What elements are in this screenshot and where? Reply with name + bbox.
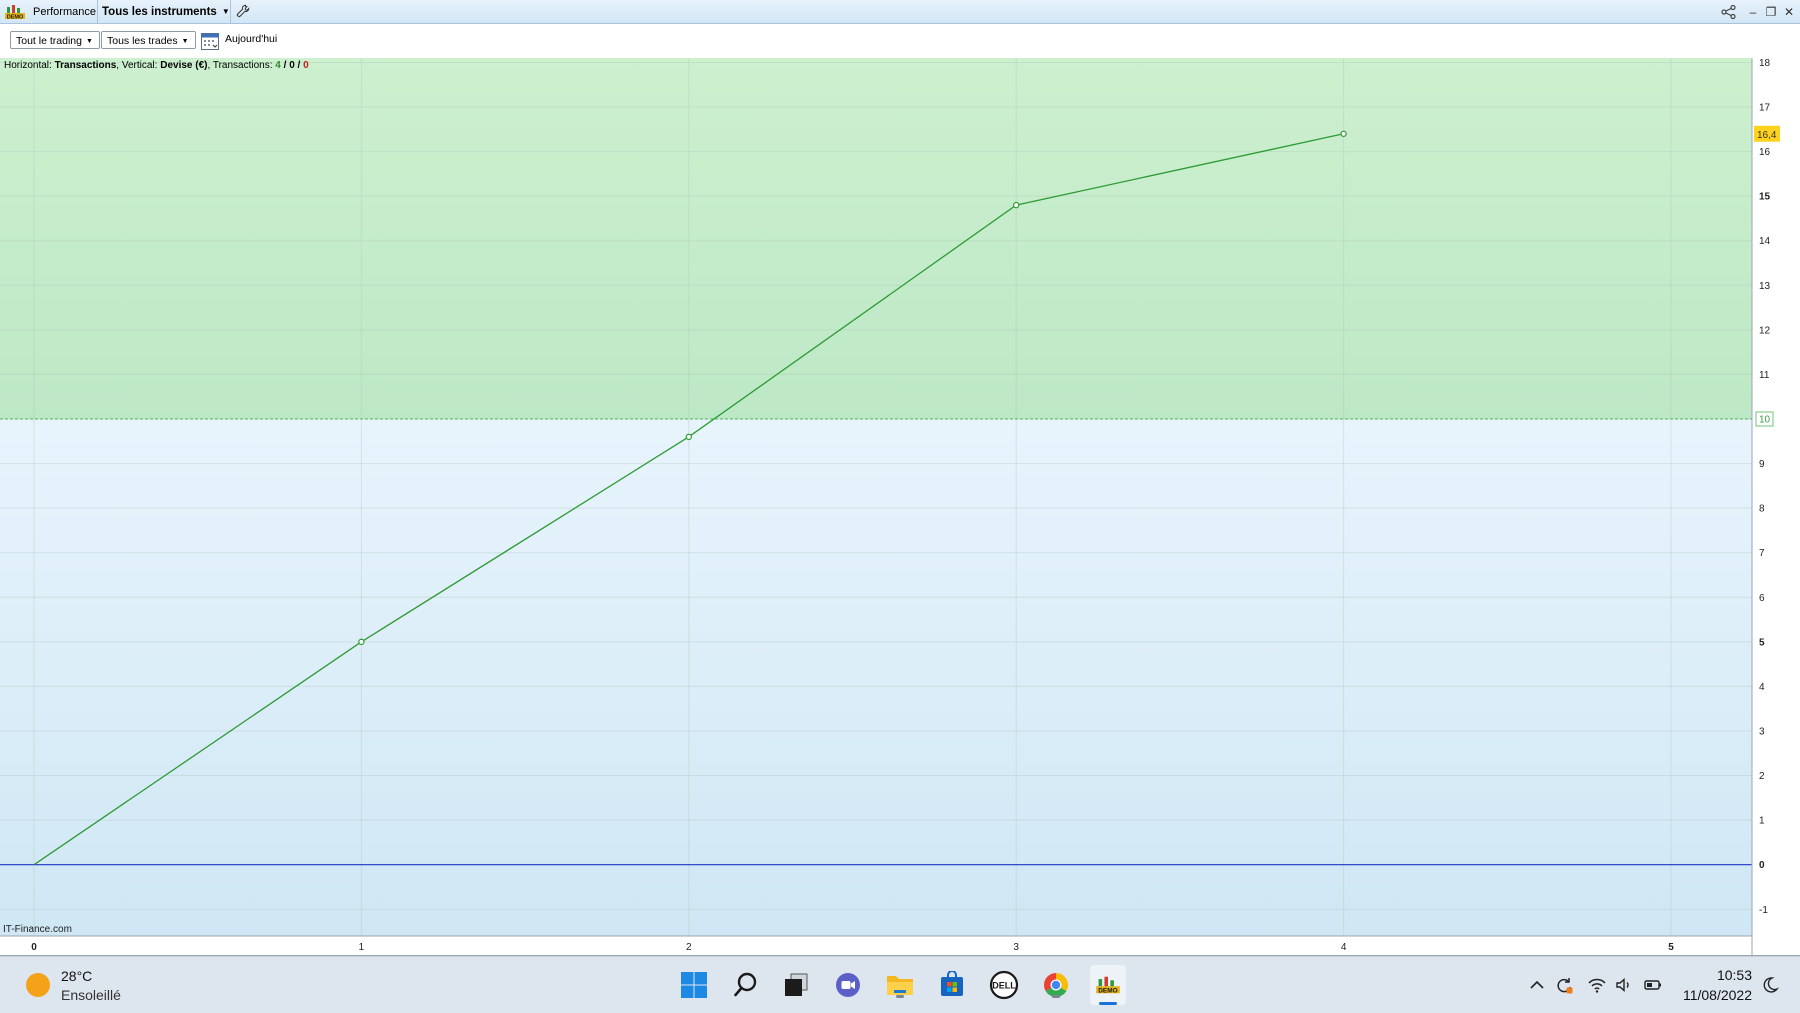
- performance-chart-svg: -1012345678911121314151617181016,40 1 2 3 4 5: [0, 58, 1800, 956]
- data-point: [358, 638, 365, 646]
- transactions-label: , Transactions:: [207, 60, 273, 71]
- y-tick-label: 6: [1759, 593, 1765, 604]
- y-tick-label: 9: [1759, 459, 1765, 470]
- search-icon[interactable]: [730, 969, 762, 1001]
- wifi-icon[interactable]: [1587, 975, 1607, 995]
- tab-separator: [97, 0, 98, 24]
- y-tick-label: 4: [1759, 682, 1765, 693]
- chevron-down-icon: ▼: [221, 7, 230, 16]
- y-tick-label: 7: [1759, 548, 1765, 559]
- x-tick-label: 0: [31, 942, 37, 953]
- teams-chat-icon[interactable]: [832, 969, 864, 1001]
- y-tick-label: 15: [1759, 192, 1771, 203]
- share-icon[interactable]: [1720, 4, 1738, 20]
- svg-text:DEMO: DEMO: [1098, 988, 1117, 995]
- horizontal-value: Transactions: [54, 60, 117, 71]
- windows-taskbar: 28°C Ensoleillé DELL DEMO 10:53 11/08/20…: [0, 956, 1800, 1013]
- vertical-label: , Vertical:: [116, 60, 158, 71]
- trades-filter-dropdown[interactable]: Tous les trades ▼: [101, 31, 196, 49]
- moon-icon[interactable]: [1760, 975, 1780, 995]
- chart-toolbar: Tout le trading ▼ Tous les trades ▼ Aujour…: [0, 24, 1800, 58]
- x-tick-label: 1: [359, 942, 365, 953]
- data-point: [1013, 201, 1020, 209]
- calendar-icon[interactable]: [200, 31, 220, 51]
- trades-filter-label: Tous les trades: [107, 35, 178, 47]
- x-tick-label: 2: [686, 942, 692, 953]
- window-titlebar: DEMO Performance Tous les instruments ▼ –…: [0, 0, 1800, 24]
- file-explorer-icon[interactable]: [884, 969, 916, 1001]
- instruments-label: Tous les instruments: [102, 6, 217, 18]
- clock-date[interactable]: 11/08/2022: [1683, 987, 1752, 1003]
- transactions-separator: /: [280, 60, 290, 71]
- window-controls: – ❐ ✕: [1720, 2, 1796, 22]
- transactions-separator: /: [294, 60, 304, 71]
- profit-zone: [0, 58, 1752, 420]
- y-tick-label: 0: [1759, 860, 1765, 871]
- data-point: [1340, 130, 1347, 137]
- running-indicator: [1052, 995, 1060, 998]
- trading-filter-dropdown[interactable]: Tout le trading ▼: [10, 31, 100, 49]
- vertical-value: Devise (€): [160, 60, 208, 71]
- y-tick-label: 17: [1759, 103, 1771, 114]
- trading-filter-label: Tout le trading: [16, 35, 82, 47]
- date-range-label[interactable]: Aujourd'hui: [225, 33, 277, 45]
- y-tick-label: 16: [1759, 147, 1771, 158]
- microsoft-store-icon[interactable]: [936, 969, 968, 1001]
- y-tick-label: 3: [1759, 726, 1765, 737]
- prorealtime-icon[interactable]: DEMO: [1090, 965, 1126, 1005]
- chevron-down-icon: ▼: [85, 38, 93, 45]
- x-tick-label: 3: [1013, 942, 1019, 953]
- windows-start-icon[interactable]: [678, 969, 710, 1001]
- chrome-icon[interactable]: [1040, 969, 1072, 1001]
- axis-corner: [1753, 937, 1800, 956]
- clock-time[interactable]: 10:53: [1717, 967, 1752, 983]
- weather-description[interactable]: Ensoleillé: [61, 987, 121, 1003]
- transactions-negative-count: 0: [303, 60, 309, 71]
- tab-performance[interactable]: Performance: [33, 0, 96, 24]
- task-view-icon[interactable]: [780, 969, 812, 1001]
- x-tick-label: 4: [1341, 942, 1347, 953]
- performance-chart[interactable]: -1 0 1 2 3 4 5 6 7 8 9 11 12 13 14 15 16 17 18 10 16,4 0 1 2 3 4 5…: [0, 58, 1800, 956]
- chevron-up-icon[interactable]: [1527, 975, 1547, 995]
- y-tick-label: 14: [1759, 236, 1771, 247]
- restore-icon[interactable]: ❐: [1764, 4, 1778, 20]
- base-zone: [0, 419, 1752, 936]
- instruments-dropdown[interactable]: Tous les instruments ▼: [102, 0, 230, 24]
- y-tick-label: 12: [1759, 325, 1771, 336]
- y-tick-label: 1: [1759, 816, 1765, 827]
- y-tick-label: 13: [1759, 281, 1771, 292]
- watermark: IT-Finance.com: [3, 924, 72, 935]
- y-tick-label: 18: [1759, 58, 1771, 69]
- dell-icon[interactable]: DELL: [988, 969, 1020, 1001]
- chevron-down-icon: ▼: [181, 38, 189, 45]
- battery-icon[interactable]: [1643, 975, 1663, 995]
- y-tick-label: 8: [1759, 504, 1765, 515]
- last-value-label: 16,4: [1757, 130, 1777, 141]
- chart-info-header: Horizontal: Transactions, Vertical: Devi…: [4, 60, 309, 71]
- y-tick-label: -1: [1759, 905, 1768, 916]
- demo-logo-icon: DEMO: [5, 5, 25, 20]
- close-icon[interactable]: ✕: [1782, 4, 1796, 20]
- horizontal-label: Horizontal:: [4, 60, 52, 71]
- svg-text:DELL: DELL: [992, 981, 1016, 991]
- wrench-icon[interactable]: [236, 4, 250, 18]
- y-tick-label: 11: [1759, 370, 1770, 381]
- running-indicator: [896, 995, 904, 998]
- data-point: [685, 433, 693, 441]
- sun-icon[interactable]: [26, 973, 50, 997]
- active-indicator: [1099, 1002, 1117, 1005]
- tab-separator: [230, 0, 231, 24]
- y-tick-label: 5: [1759, 637, 1765, 648]
- weather-temperature[interactable]: 28°C: [61, 968, 92, 984]
- sync-icon[interactable]: [1554, 975, 1574, 995]
- y-tick-label: 2: [1759, 771, 1765, 782]
- volume-icon[interactable]: [1614, 975, 1634, 995]
- svg-text:DEMO: DEMO: [7, 14, 24, 20]
- minimize-icon[interactable]: –: [1746, 4, 1760, 20]
- reference-label: 10: [1759, 415, 1771, 426]
- x-tick-label: 5: [1668, 942, 1674, 953]
